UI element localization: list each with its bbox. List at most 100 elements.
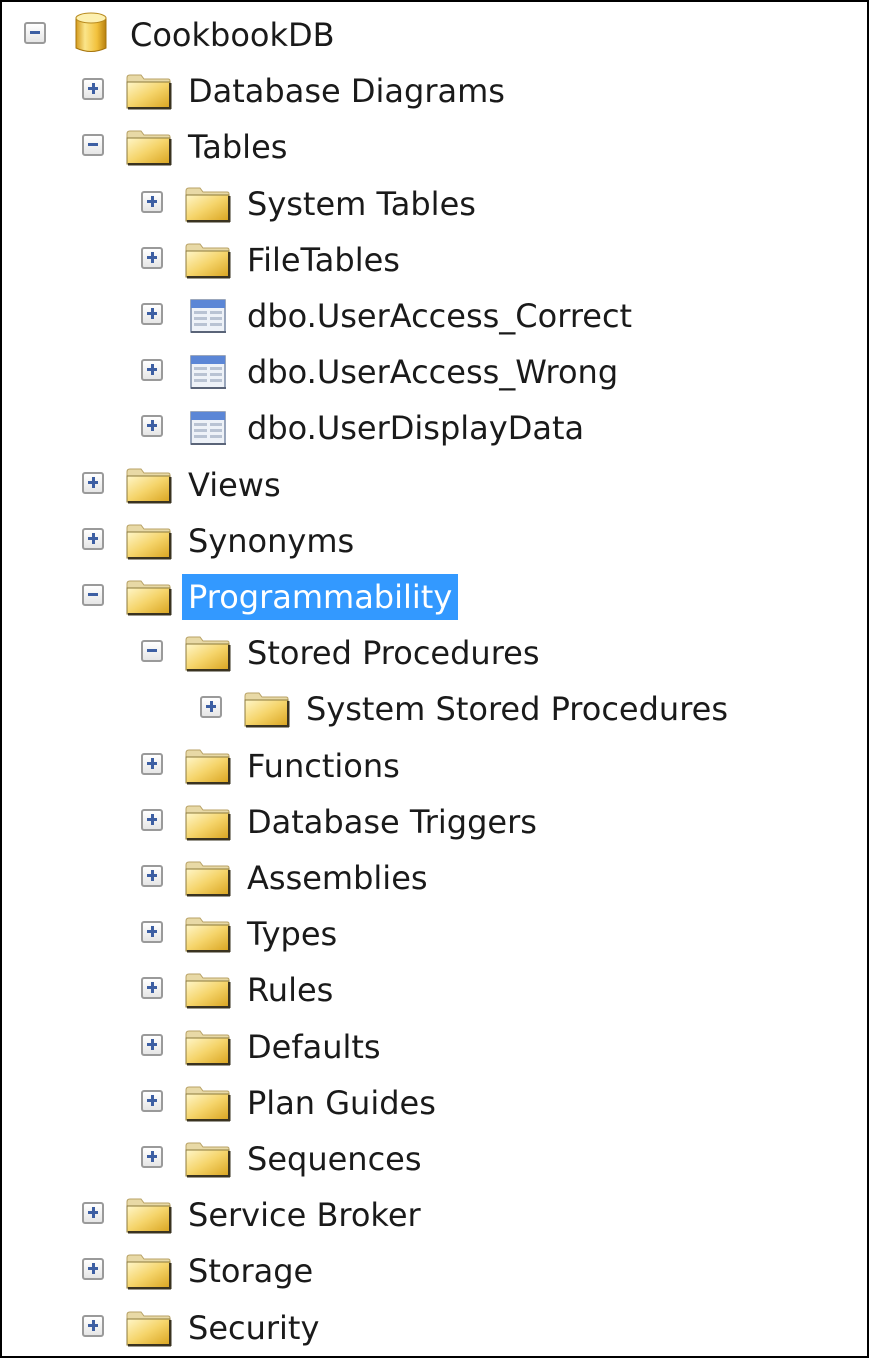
plus-glyph [91,476,95,488]
tree-node[interactable]: Views [2,460,862,512]
tree-node-label[interactable]: Defaults [241,1024,387,1070]
expand-toggle-icon[interactable] [141,415,163,438]
tree-node-label[interactable]: dbo.UserAccess_Wrong [241,349,624,395]
folder-icon [124,578,174,616]
tree-node-label[interactable]: Tables [182,124,293,170]
table-icon [183,353,233,391]
tree-node-label[interactable]: Stored Procedures [241,630,546,676]
tree-node-label[interactable]: Security [182,1305,325,1351]
plus-glyph [150,982,154,994]
tree-node-label[interactable]: FileTables [241,237,406,283]
tree-node-label[interactable]: Views [182,462,287,508]
folder-icon [183,971,233,1009]
folder-icon [183,915,233,953]
folder-icon [183,185,233,223]
folder-icon [124,1309,174,1347]
tree-node[interactable]: Defaults [2,1022,862,1074]
expand-toggle-icon[interactable] [82,1258,104,1281]
expand-toggle-icon[interactable] [141,752,163,775]
object-explorer-panel: CookbookDB Database Diagrams Tables Syst… [0,0,869,1358]
expand-toggle-icon[interactable] [82,78,104,101]
tree-node[interactable]: Rules [2,965,862,1017]
folder-icon [183,747,233,785]
tree-node[interactable]: Synonyms [2,516,862,568]
folder-icon [124,466,174,504]
folder-icon [242,690,292,728]
tree-node[interactable]: System Tables [2,179,862,231]
tree-node-label[interactable]: Rules [241,967,339,1013]
folder-icon [124,522,174,560]
expand-toggle-icon[interactable] [82,527,104,550]
tree-node-label[interactable]: dbo.UserAccess_Correct [241,293,638,339]
expand-toggle-icon[interactable] [141,1033,163,1056]
folder-icon [124,128,174,166]
tree-node-label[interactable]: System Stored Procedures [300,686,734,732]
tree-node[interactable]: dbo.UserAccess_Wrong [2,347,862,399]
expand-toggle-icon[interactable] [141,1146,163,1168]
tree-node-label[interactable]: Database Triggers [241,799,543,845]
tree-node-label[interactable]: Database Diagrams [182,68,511,114]
expand-toggle-icon[interactable] [141,359,163,382]
minus-glyph [30,31,40,34]
tree-node-label[interactable]: Types [241,911,343,957]
tree-node-label[interactable]: System Tables [241,181,482,227]
tree-node[interactable]: Plan Guides [2,1078,862,1130]
expand-toggle-icon[interactable] [82,1202,104,1225]
tree-node[interactable]: Service Broker [2,1190,862,1242]
expand-toggle-icon[interactable] [141,190,163,213]
tree-node[interactable]: Security [2,1303,862,1355]
tree-node[interactable]: Programmability [2,572,862,624]
expand-toggle-icon[interactable] [82,1314,104,1337]
tree-node[interactable]: FileTables [2,235,862,287]
expand-toggle-icon[interactable] [141,977,163,1000]
tree-node-label[interactable]: Assemblies [241,855,434,901]
collapse-toggle-icon[interactable] [82,584,104,606]
tree-node-label[interactable]: Functions [241,743,406,789]
plus-glyph [150,420,154,432]
expand-toggle-icon[interactable] [141,303,163,325]
folder-icon [183,859,233,897]
folder-icon [183,241,233,279]
tree-node[interactable]: Sequences [2,1134,862,1186]
expand-toggle-icon[interactable] [141,808,163,831]
tree-node[interactable]: Database Triggers [2,797,862,849]
tree-node[interactable]: CookbookDB [2,10,862,62]
tree-node-label[interactable]: Plan Guides [241,1080,442,1126]
collapse-toggle-icon[interactable] [82,134,104,157]
folder-icon [124,1196,174,1234]
object-explorer-tree: CookbookDB Database Diagrams Tables Syst… [2,2,867,1356]
tree-node-label[interactable]: dbo.UserDisplayData [241,405,590,451]
tree-node[interactable]: dbo.UserAccess_Correct [2,291,862,343]
expand-toggle-icon[interactable] [200,696,222,719]
tree-node-label[interactable]: Storage [182,1248,319,1294]
expand-toggle-icon[interactable] [141,865,163,887]
tree-node[interactable]: Types [2,909,862,961]
tree-node-label[interactable]: Synonyms [182,518,360,564]
tree-node[interactable]: Storage [2,1246,862,1298]
collapse-toggle-icon[interactable] [24,22,46,44]
plus-glyph [150,195,154,207]
tree-node[interactable]: Assemblies [2,853,862,905]
expand-toggle-icon[interactable] [82,471,104,494]
tree-node-label[interactable]: Sequences [241,1136,428,1182]
tree-node[interactable]: Stored Procedures [2,628,862,680]
expand-toggle-icon[interactable] [141,246,163,269]
tree-node[interactable]: Functions [2,741,862,793]
minus-glyph [147,649,157,653]
table-icon [183,409,233,447]
tree-node[interactable]: System Stored Procedures [2,684,862,736]
tree-node[interactable]: Tables [2,122,862,174]
tree-node-label[interactable]: Service Broker [182,1192,427,1238]
folder-icon [124,72,174,110]
plus-glyph [91,83,95,95]
folder-icon [124,1252,174,1290]
collapse-toggle-icon[interactable] [141,640,163,663]
expand-toggle-icon[interactable] [141,921,163,944]
plus-glyph [91,532,95,544]
tree-node[interactable]: dbo.UserDisplayData [2,403,862,455]
tree-node-label[interactable]: Programmability [182,574,459,620]
plus-glyph [150,1094,154,1106]
tree-node-label[interactable]: CookbookDB [124,12,341,58]
tree-node[interactable]: Database Diagrams [2,66,862,118]
expand-toggle-icon[interactable] [141,1089,163,1112]
